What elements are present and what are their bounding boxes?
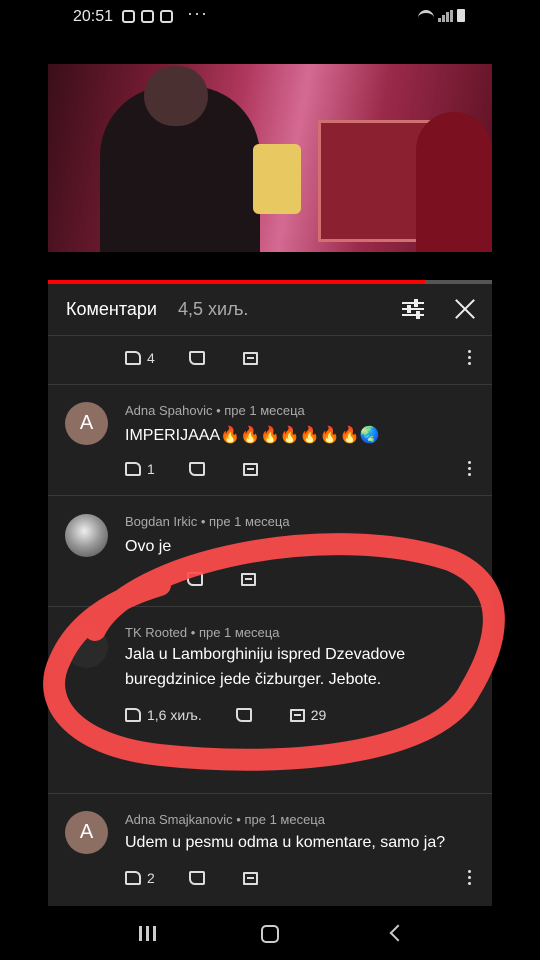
video-player[interactable] [48,64,492,252]
like-count: 2 [147,870,155,886]
thumbs-up-icon [125,871,141,885]
comment-actions: 4 [125,350,258,366]
sort-filter-icon[interactable] [402,299,424,319]
comment-text: Ovo je [125,538,172,555]
home-icon[interactable] [261,925,279,943]
like-button[interactable]: 4 [125,350,155,366]
more-notifications-icon: ··· [187,3,208,23]
reply-icon[interactable] [242,351,258,365]
more-options-icon[interactable] [468,350,472,366]
reply-icon [289,708,305,722]
comments-header: Коментари 4,5 хиљ. [48,284,492,336]
comment-author[interactable]: Adna Spahovic [125,403,212,418]
comment-meta: Bogdan Irkic • пре 1 месеца [125,514,290,529]
avatar[interactable]: A [65,402,108,445]
like-button[interactable]: 1,6 хиљ. [125,707,202,723]
dislike-icon[interactable] [187,572,203,586]
comment-author[interactable]: Bogdan Irkic [125,514,197,529]
back-icon[interactable] [389,924,407,942]
reply-icon[interactable] [241,572,256,586]
dislike-icon[interactable] [188,462,205,476]
system-nav-bar [0,906,540,960]
like-count: 4 [147,350,155,366]
comment-text: IMPERIJAAA🔥🔥🔥🔥🔥🔥🔥🌏 [125,427,380,444]
video-chef-sign [253,144,301,214]
more-options-icon[interactable] [468,461,472,477]
comment-author[interactable]: Adna Smajkanovic [125,812,233,827]
like-button[interactable]: 2 [125,870,155,886]
gallery-notification-icon [122,10,135,23]
thumbs-up-icon [125,462,141,476]
like-count: 1 [147,461,155,477]
comment-age: пре 1 месеца [224,403,305,418]
comment-actions: 1 [125,461,258,477]
comment-author[interactable]: TK Rooted [125,625,187,640]
wifi-icon [418,10,434,22]
like-count: 1,6 хиљ. [147,707,202,723]
video-person-right [416,112,492,252]
comment-actions: 1,6 хиљ. 29 [125,707,326,723]
comment-text: Jala u Lamborghiniju ispred Dzevadove bu… [125,646,406,688]
comment-age: пре 1 месеца [244,812,325,827]
comment-meta: Adna Smajkanovic • пре 1 месеца [125,812,325,827]
avatar[interactable]: A [65,811,108,854]
dislike-icon[interactable] [188,871,205,885]
comments-panel: Коментари 4,5 хиљ. 4 A Adna Spahovic • п… [48,280,492,906]
status-time: 20:51 [73,8,114,25]
avatar[interactable] [65,514,108,557]
comment-actions: 2 [125,870,258,886]
dislike-icon[interactable] [188,351,205,365]
instagram-notification-icon [141,10,154,23]
like-button[interactable]: 1 [125,461,155,477]
close-icon[interactable] [454,298,476,320]
comment-age: пре 1 месеца [209,514,290,529]
dislike-icon[interactable] [235,708,252,722]
instagram-notification-icon-2 [160,10,173,23]
more-options-icon[interactable] [468,870,472,886]
divider [48,384,492,385]
avatar[interactable] [65,625,108,668]
thumbs-up-icon [125,351,141,365]
system-status-icons [418,9,465,22]
comment-age: пре 1 месеца [198,625,280,640]
divider [48,793,492,794]
signal-icon [438,10,453,22]
reply-icon[interactable] [242,871,258,885]
reply-icon[interactable] [242,462,258,476]
battery-icon [457,9,465,22]
reply-count: 29 [310,707,327,723]
comment-text: Udem u pesmu odma u komentare, samo ja? [125,834,446,851]
video-person-head [144,66,208,126]
status-bar: 20:51 ··· [0,0,540,34]
divider [48,606,492,607]
comments-count: 4,5 хиљ. [178,299,249,319]
divider [48,495,492,496]
comment-meta: Adna Spahovic • пре 1 месеца [125,403,305,418]
notification-icons [122,10,173,23]
comments-title: Коментари [66,299,157,319]
comment-actions [125,572,256,586]
comment-meta: TK Rooted • пре 1 месеца [125,625,280,640]
thumbs-up-icon [125,708,141,722]
replies-button[interactable]: 29 [289,707,327,723]
recents-icon[interactable] [139,926,156,941]
